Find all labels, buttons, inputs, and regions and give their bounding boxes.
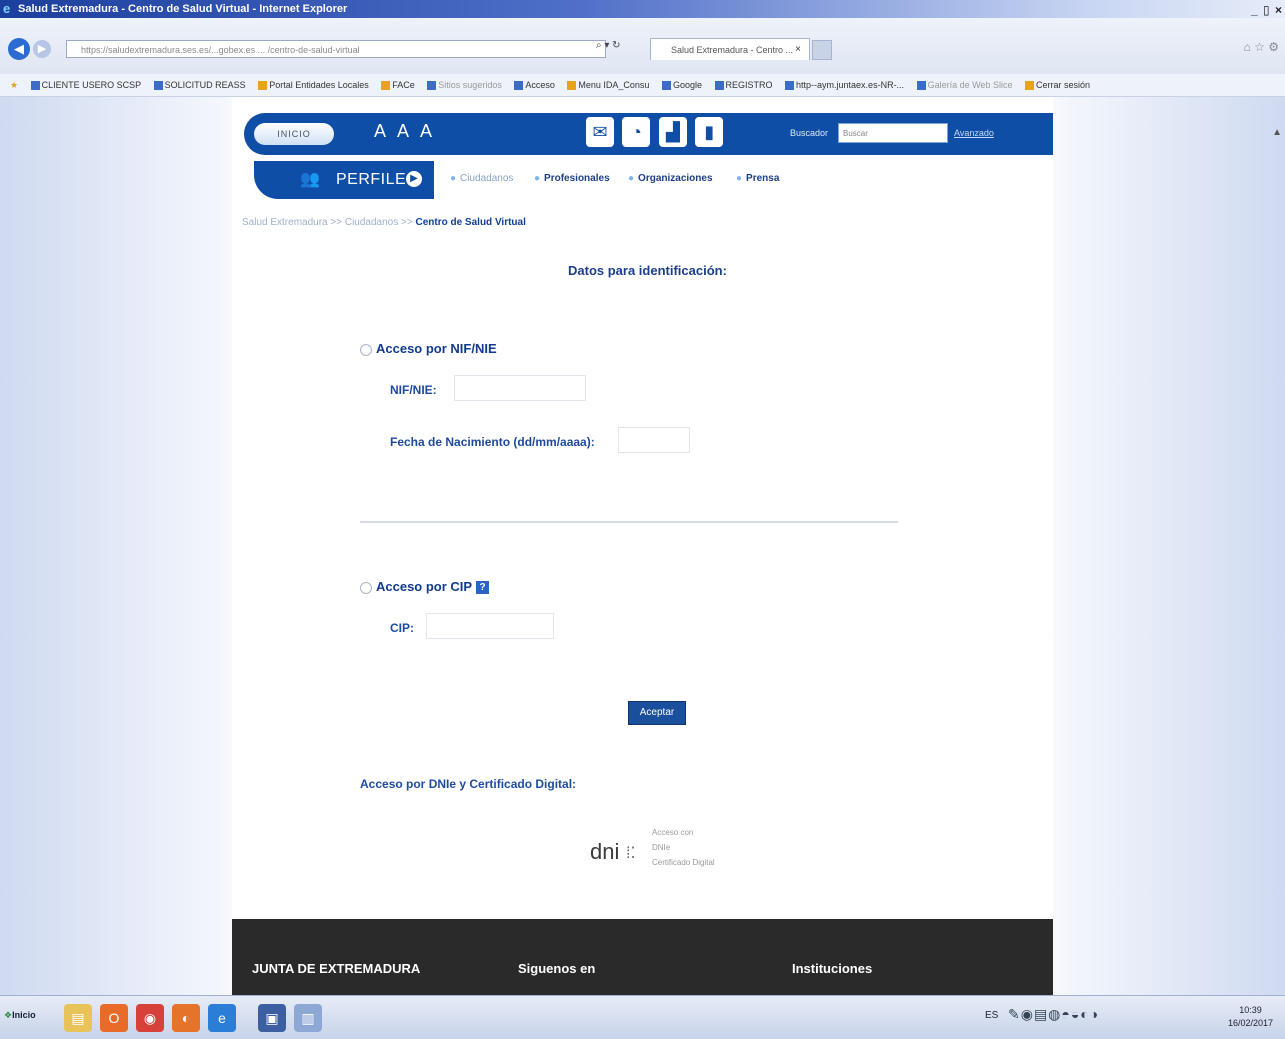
search-input[interactable]: Buscar xyxy=(838,123,948,143)
nav-ciudadanos[interactable]: ● Ciudadanos xyxy=(450,173,513,184)
forward-button[interactable]: ▶ xyxy=(33,40,51,58)
search-label: Buscador xyxy=(790,128,829,138)
firefox-icon[interactable]: ◐ xyxy=(172,1004,200,1032)
fav-item[interactable]: Google xyxy=(661,74,702,96)
chrome-icon[interactable]: ◉ xyxy=(136,1004,164,1032)
office-icon[interactable]: O xyxy=(100,1004,128,1032)
form-title: Datos para identificación: xyxy=(568,263,727,278)
site-footer: JUNTA DE EXTREMADURA Siguenos en Institu… xyxy=(232,919,1053,995)
stats-icon[interactable]: ▟ xyxy=(658,117,687,147)
fav-item[interactable]: Sitios sugeridos xyxy=(427,74,502,96)
cip-access-option[interactable]: Acceso por CIP? xyxy=(360,579,490,595)
rss-icon[interactable]: ◔ xyxy=(622,117,651,147)
footer-junta: JUNTA DE EXTREMADURA xyxy=(252,961,421,976)
refresh-icon[interactable]: ⌕ ▾ ↻ xyxy=(596,40,621,51)
dnie-link[interactable]: dni ⁞⁚ Acceso con DNIe Certificado Digital xyxy=(590,825,740,881)
fav-item[interactable]: FACe xyxy=(381,74,415,96)
windows-icon: ❖ xyxy=(4,1010,13,1020)
dnie-logo: dni xyxy=(590,839,620,864)
fav-item[interactable]: Portal Entidades Locales xyxy=(258,74,369,96)
nav-icon: ● xyxy=(450,173,457,184)
font-size-controls[interactable]: A A A xyxy=(374,121,436,142)
chip-icon: ⁞⁚ xyxy=(626,845,636,862)
browser-viewport: ▲ INICIO A A A ✉ ◔ ▟ ▮ Buscador Buscar A… xyxy=(0,97,1285,995)
arrow-right-icon: ▶ xyxy=(406,171,422,187)
nif-label: NIF/NIE: xyxy=(390,383,437,397)
advanced-search-link[interactable]: Avanzado xyxy=(954,128,994,138)
profiles-nav: 👥 PERFILES ▶ ● Ciudadanos ● Profesionales … xyxy=(254,161,1053,199)
footer-siguenos: Siguenos en xyxy=(518,961,596,976)
home-star-gear-icons[interactable]: ⌂ ☆ ⚙ xyxy=(1244,40,1279,54)
mobile-icon[interactable]: ▮ xyxy=(695,117,724,147)
fav-item[interactable]: Galería de Web Slice xyxy=(916,74,1012,96)
nav-icon: ● xyxy=(534,173,541,184)
nif-radio[interactable] xyxy=(360,343,372,356)
fav-item[interactable]: SOLICITUD REASS xyxy=(153,74,246,96)
fav-item[interactable]: Cerrar sesión xyxy=(1024,74,1090,96)
window-controls[interactable]: _ ▯ × xyxy=(1251,1,1283,19)
clock[interactable]: 10:39 16/02/2017 xyxy=(1228,1004,1273,1030)
nav-prensa[interactable]: ● Prensa xyxy=(736,173,779,184)
back-button[interactable]: ◀ xyxy=(8,38,30,60)
dnie-title: Acceso por DNIe y Certificado Digital: xyxy=(360,777,577,791)
tab-title: Salud Extremadura - Centro ... xyxy=(671,45,794,55)
nav-profesionales[interactable]: ● Profesionales xyxy=(534,173,610,184)
breadcrumb: Salud Extremadura >> Ciudadanos >> Centr… xyxy=(242,217,526,228)
new-tab-button[interactable] xyxy=(812,40,832,60)
tab-close-icon[interactable]: × xyxy=(795,39,801,61)
fav-item[interactable]: Menu IDA_Consu xyxy=(567,74,649,96)
nif-input[interactable] xyxy=(454,375,586,401)
breadcrumb-item[interactable]: Ciudadanos xyxy=(345,217,398,228)
fecha-input[interactable] xyxy=(618,427,690,453)
fecha-label: Fecha de Nacimiento (dd/mm/aaaa): xyxy=(390,435,595,449)
app-icon[interactable]: ▣ xyxy=(258,1004,286,1032)
people-icon: 👥 xyxy=(300,171,320,188)
document-icon[interactable]: ▥ xyxy=(294,1004,322,1032)
fav-item[interactable]: http--aym.juntaex.es-NR-... xyxy=(785,74,904,96)
scroll-up-icon[interactable]: ▲ xyxy=(1272,127,1282,138)
system-tray-icons[interactable]: ✎◉▤◍◓◒◐◑ xyxy=(1008,1006,1099,1023)
taskbar: ❖Inicio ▤ O ◉ ◐ e ▣ ▥ ES ✎◉▤◍◓◒◐◑ 10:39 1… xyxy=(0,995,1285,1039)
window-title: Salud Extremadura - Centro de Salud Virt… xyxy=(18,3,348,15)
explorer-icon[interactable]: ▤ xyxy=(64,1004,92,1032)
mail-icon[interactable]: ✉ xyxy=(586,117,614,147)
nav-organizaciones[interactable]: ● Organizaciones xyxy=(628,173,713,184)
fav-item[interactable]: REGISTRO xyxy=(714,74,773,96)
breadcrumb-item[interactable]: Salud Extremadura xyxy=(242,217,328,228)
url-field[interactable]: https://saludextremadura.ses.es/...gobex… xyxy=(66,40,606,58)
site-header: INICIO A A A ✉ ◔ ▟ ▮ Buscador Buscar Ava… xyxy=(244,113,1053,155)
aceptar-button[interactable]: Aceptar xyxy=(628,701,686,725)
cip-input[interactable] xyxy=(426,613,554,639)
perfiles-tab[interactable]: 👥 PERFILES ▶ xyxy=(254,161,434,199)
language-indicator[interactable]: ES xyxy=(985,1010,998,1021)
fav-item[interactable]: CLIENTE USERO SCSP xyxy=(30,74,141,96)
breadcrumb-current: Centro de Salud Virtual xyxy=(415,217,526,228)
cip-radio[interactable] xyxy=(360,581,372,594)
nif-access-option[interactable]: Acceso por NIF/NIE xyxy=(360,341,497,356)
browser-tab[interactable]: Salud Extremadura - Centro ... × xyxy=(650,38,810,60)
fav-item[interactable]: Acceso xyxy=(514,74,555,96)
favorites-bar: ★ CLIENTE USERO SCSP SOLICITUD REASS Por… xyxy=(0,74,1285,97)
nav-icon: ● xyxy=(628,173,635,184)
inicio-button[interactable]: INICIO xyxy=(254,123,334,145)
start-button[interactable]: ❖Inicio xyxy=(4,1010,36,1021)
ie-icon[interactable]: e xyxy=(208,1004,236,1032)
web-page: INICIO A A A ✉ ◔ ▟ ▮ Buscador Buscar Ava… xyxy=(232,97,1053,995)
header-icon-group: ✉ ◔ ▟ ▮ xyxy=(586,117,727,151)
favorites-star-icon[interactable]: ★ xyxy=(10,74,18,96)
cip-label: CIP: xyxy=(390,621,414,635)
divider xyxy=(360,521,898,523)
help-icon[interactable]: ? xyxy=(476,581,490,595)
dnie-caption: Acceso con DNIe Certificado Digital xyxy=(652,828,715,867)
ie-logo-icon: e xyxy=(3,1,11,16)
footer-instituciones: Instituciones xyxy=(792,961,873,976)
window-titlebar: e Salud Extremadura - Centro de Salud Vi… xyxy=(0,0,1285,18)
nav-icon: ● xyxy=(736,173,743,184)
